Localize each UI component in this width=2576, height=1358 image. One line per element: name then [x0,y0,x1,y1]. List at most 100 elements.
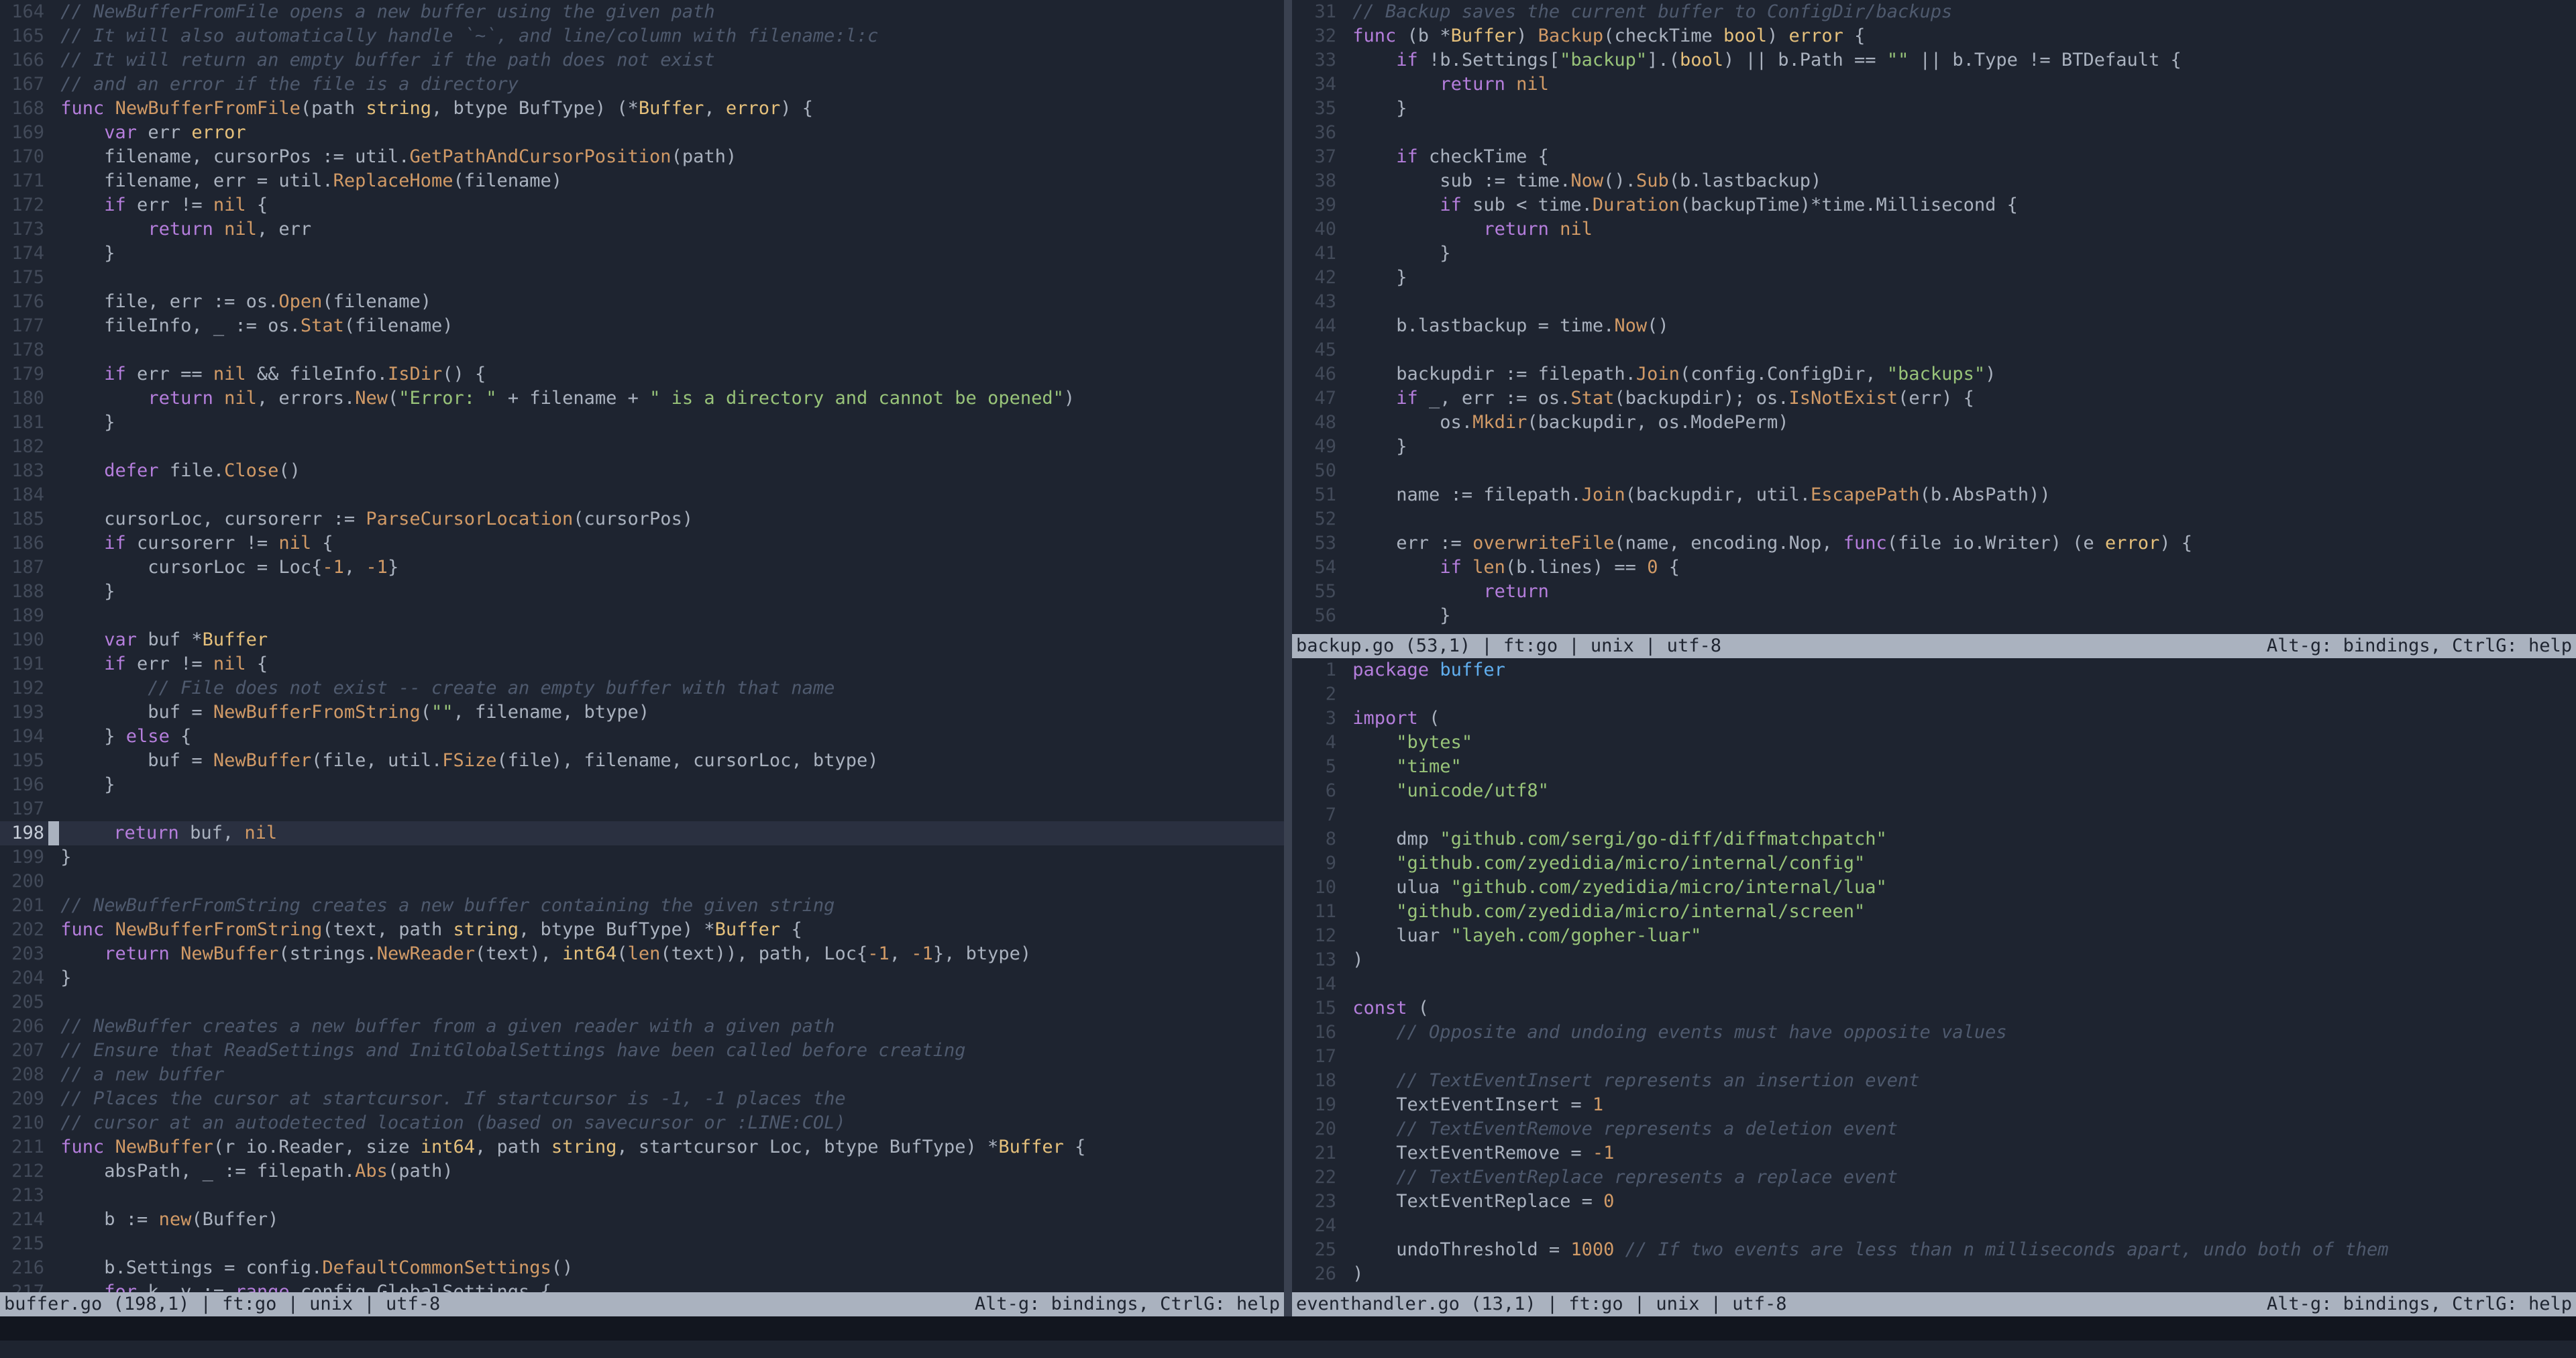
code-line[interactable]: 197 [0,797,1284,821]
pane-eventhandler-go[interactable]: 1 package buffer2 3 import (4 "bytes"5 "… [1292,658,2576,1292]
code-line[interactable]: 12 luar "layeh.com/gopher-luar" [1292,924,2576,948]
code-line[interactable]: 8 dmp "github.com/sergi/go-diff/diffmatc… [1292,827,2576,851]
code-line[interactable]: 18 // TextEventInsert represents an inse… [1292,1069,2576,1093]
code-line[interactable]: 202 func NewBufferFromString(text, path … [0,918,1284,942]
code-line[interactable]: 169 var err error [0,121,1284,145]
code-line[interactable]: 35 } [1292,97,2576,121]
code-line[interactable]: 4 "bytes" [1292,731,2576,755]
code-line[interactable]: 213 [0,1184,1284,1208]
code-line[interactable]: 198 return buf, nil [0,821,1284,845]
code-line[interactable]: 38 sub := time.Now().Sub(b.lastbackup) [1292,169,2576,193]
code-line[interactable]: 3 import ( [1292,707,2576,731]
code-line[interactable]: 46 backupdir := filepath.Join(config.Con… [1292,362,2576,386]
code-line[interactable]: 20 // TextEventRemove represents a delet… [1292,1117,2576,1141]
code-line[interactable]: 200 [0,870,1284,894]
code-line[interactable]: 167 // and an error if the file is a dir… [0,72,1284,97]
code-line[interactable]: 194 } else { [0,725,1284,749]
code-line[interactable]: 11 "github.com/zyedidia/micro/internal/s… [1292,900,2576,924]
code-line[interactable]: 192 // File does not exist -- create an … [0,676,1284,700]
code-line[interactable]: 13 ) [1292,948,2576,972]
code-line[interactable]: 16 // Opposite and undoing events must h… [1292,1021,2576,1045]
code-line[interactable]: 53 err := overwriteFile(name, encoding.N… [1292,531,2576,556]
code-line[interactable]: 45 [1292,338,2576,362]
code-line[interactable]: 22 // TextEventReplace represents a repl… [1292,1165,2576,1190]
code-line[interactable]: 1 package buffer [1292,658,2576,682]
code-line[interactable]: 51 name := filepath.Join(backupdir, util… [1292,483,2576,507]
code-line[interactable]: 17 [1292,1045,2576,1069]
code-line[interactable]: 188 } [0,580,1284,604]
code-line[interactable]: 10 ulua "github.com/zyedidia/micro/inter… [1292,876,2576,900]
code-line[interactable]: 168 func NewBufferFromFile(path string, … [0,97,1284,121]
code-line[interactable]: 183 defer file.Close() [0,459,1284,483]
code-line[interactable]: 48 os.Mkdir(backupdir, os.ModePerm) [1292,411,2576,435]
code-line[interactable]: 184 [0,483,1284,507]
code-line[interactable]: 47 if _, err := os.Stat(backupdir); os.I… [1292,386,2576,411]
code-line[interactable]: 26 ) [1292,1262,2576,1286]
code-line[interactable]: 176 file, err := os.Open(filename) [0,290,1284,314]
code-line[interactable]: 186 if cursorerr != nil { [0,531,1284,556]
code-line[interactable]: 181 } [0,411,1284,435]
code-line[interactable]: 191 if err != nil { [0,652,1284,676]
code-line[interactable]: 49 } [1292,435,2576,459]
code-line[interactable]: 190 var buf *Buffer [0,628,1284,652]
code-line[interactable]: 196 } [0,773,1284,797]
code-line[interactable]: 171 filename, err = util.ReplaceHome(fil… [0,169,1284,193]
code-line[interactable]: 204 } [0,966,1284,990]
code-line[interactable]: 173 return nil, err [0,217,1284,242]
code-line[interactable]: 166 // It will return an empty buffer if… [0,48,1284,72]
code-line[interactable]: 172 if err != nil { [0,193,1284,217]
code-line[interactable]: 5 "time" [1292,755,2576,779]
code-line[interactable]: 189 [0,604,1284,628]
code-line[interactable]: 24 [1292,1214,2576,1238]
code-line[interactable]: 23 TextEventReplace = 0 [1292,1190,2576,1214]
code-line[interactable]: 6 "unicode/utf8" [1292,779,2576,803]
code-line[interactable]: 170 filename, cursorPos := util.GetPathA… [0,145,1284,169]
code-line[interactable]: 209 // Places the cursor at startcursor.… [0,1087,1284,1111]
code-line[interactable]: 178 [0,338,1284,362]
code-line[interactable]: 39 if sub < time.Duration(backupTime)*ti… [1292,193,2576,217]
code-line[interactable]: 187 cursorLoc = Loc{-1, -1} [0,556,1284,580]
code-line[interactable]: 207 // Ensure that ReadSettings and Init… [0,1039,1284,1063]
code-line[interactable]: 41 } [1292,242,2576,266]
code-line[interactable]: 33 if !b.Settings["backup"].(bool) || b.… [1292,48,2576,72]
code-line[interactable]: 50 [1292,459,2576,483]
code-line[interactable]: 43 [1292,290,2576,314]
pane-backup-go[interactable]: 31 // Backup saves the current buffer to… [1292,0,2576,634]
code-line[interactable]: 42 } [1292,266,2576,290]
code-line[interactable]: 164 // NewBufferFromFile opens a new buf… [0,0,1284,24]
code-line[interactable]: 21 TextEventRemove = -1 [1292,1141,2576,1165]
code-line[interactable]: 9 "github.com/zyedidia/micro/internal/co… [1292,851,2576,876]
code-line[interactable]: 206 // NewBuffer creates a new buffer fr… [0,1014,1284,1039]
code-line[interactable]: 195 buf = NewBuffer(file, util.FSize(fil… [0,749,1284,773]
code-line[interactable]: 36 [1292,121,2576,145]
code-line[interactable]: 214 b := new(Buffer) [0,1208,1284,1232]
code-line[interactable]: 2 [1292,682,2576,707]
code-line[interactable]: 217 for k, v := range config.GlobalSetti… [0,1280,1284,1292]
code-line[interactable]: 210 // cursor at an autodetected locatio… [0,1111,1284,1135]
code-line[interactable]: 31 // Backup saves the current buffer to… [1292,0,2576,24]
code-line[interactable]: 165 // It will also automatically handle… [0,24,1284,48]
code-line[interactable]: 32 func (b *Buffer) Backup(checkTime boo… [1292,24,2576,48]
code-line[interactable]: 205 [0,990,1284,1014]
code-line[interactable]: 34 return nil [1292,72,2576,97]
code-line[interactable]: 25 undoThreshold = 1000 // If two events… [1292,1238,2576,1262]
code-line[interactable]: 7 [1292,803,2576,827]
code-line[interactable]: 55 return [1292,580,2576,604]
code-line[interactable]: 177 fileInfo, _ := os.Stat(filename) [0,314,1284,338]
code-line[interactable]: 15 const ( [1292,996,2576,1021]
code-line[interactable]: 201 // NewBufferFromString creates a new… [0,894,1284,918]
code-line[interactable]: 212 absPath, _ := filepath.Abs(path) [0,1159,1284,1184]
code-line[interactable]: 180 return nil, errors.New("Error: " + f… [0,386,1284,411]
code-line[interactable]: 14 [1292,972,2576,996]
code-line[interactable]: 215 [0,1232,1284,1256]
code-line[interactable]: 54 if len(b.lines) == 0 { [1292,556,2576,580]
code-line[interactable]: 208 // a new buffer [0,1063,1284,1087]
code-line[interactable]: 175 [0,266,1284,290]
code-line[interactable]: 174 } [0,242,1284,266]
code-line[interactable]: 19 TextEventInsert = 1 [1292,1093,2576,1117]
code-line[interactable]: 211 func NewBuffer(r io.Reader, size int… [0,1135,1284,1159]
code-line[interactable]: 185 cursorLoc, cursorerr := ParseCursorL… [0,507,1284,531]
command-bar[interactable] [0,1316,2576,1341]
code-line[interactable]: 179 if err == nil && fileInfo.IsDir() { [0,362,1284,386]
code-line[interactable]: 52 [1292,507,2576,531]
